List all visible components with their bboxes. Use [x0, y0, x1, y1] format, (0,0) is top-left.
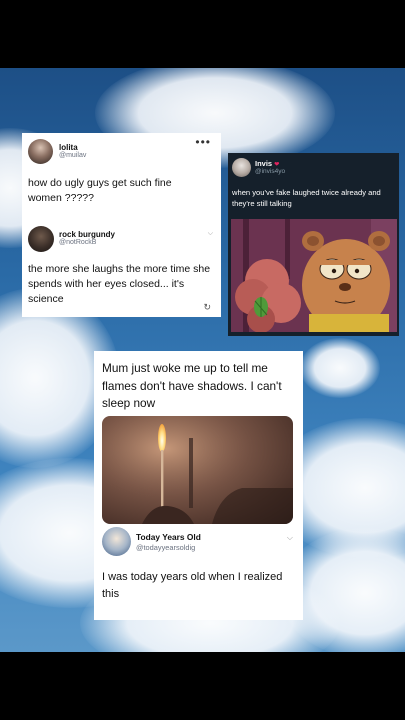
reply-author-name[interactable]: Today Years Old: [136, 532, 201, 542]
reply-text: I was today years old when I realized th…: [102, 571, 283, 600]
avatar[interactable]: [28, 139, 53, 164]
author-name-text: Invis: [255, 159, 273, 168]
avatar[interactable]: [28, 226, 54, 252]
author-handle[interactable]: @muilav: [59, 152, 86, 159]
tweet-text: how do ugly guys get such fine women ???…: [28, 177, 172, 205]
tweet-card-1[interactable]: lolita @muilav ••• how do ugly guys get …: [22, 133, 221, 317]
reply-author-name[interactable]: rock burgundy: [59, 230, 115, 239]
author-name[interactable]: lolita: [59, 143, 78, 152]
cartoon-image[interactable]: [231, 219, 397, 332]
retweet-icon[interactable]: ↻: [203, 302, 211, 313]
chevron-down-icon[interactable]: ⌵: [287, 533, 293, 543]
tweet-card-2[interactable]: Invis ❤ @invis4yo when you've fake laugh…: [228, 153, 399, 336]
reply-author-handle[interactable]: @todayyearsoldig: [136, 543, 195, 552]
candle-flame-photo[interactable]: [102, 416, 293, 524]
tweet-card-3[interactable]: Mum just woke me up to tell me flames do…: [94, 351, 303, 620]
chevron-down-icon[interactable]: ⌵: [208, 230, 213, 238]
author-name[interactable]: Invis ❤: [255, 159, 279, 168]
author-handle[interactable]: @invis4yo: [255, 168, 285, 175]
avatar[interactable]: [232, 158, 251, 177]
more-options-icon[interactable]: •••: [195, 135, 211, 149]
tweet-text: when you've fake laughed twice already a…: [232, 188, 381, 208]
reply-text: the more she laughs the more time she sp…: [28, 263, 211, 306]
tweet-text: Mum just woke me up to tell me flames do…: [102, 361, 282, 411]
reply-author-handle[interactable]: @notRockB: [59, 239, 96, 246]
avatar[interactable]: [102, 527, 131, 556]
